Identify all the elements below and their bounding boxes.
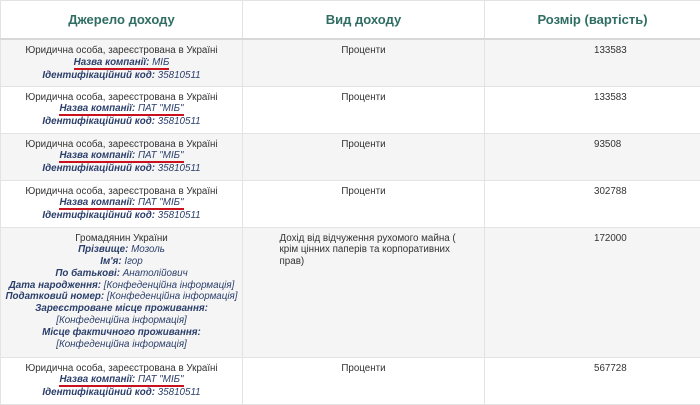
surname-label: Прізвище: bbox=[78, 244, 128, 255]
income-type-cell: Проценти bbox=[243, 357, 485, 404]
tax-number-label: Податковий номер: bbox=[6, 291, 105, 302]
income-table: Джерело доходу Вид доходу Розмір (вартіс… bbox=[0, 0, 700, 405]
income-amount-cell: 302788 bbox=[485, 180, 700, 227]
id-code-label: Ідентифікаційний код: bbox=[42, 70, 155, 81]
table-row: Громадянин України Прізвище: Мозоль Ім'я… bbox=[1, 227, 700, 357]
income-type-cell: Проценти bbox=[243, 180, 485, 227]
income-amount-cell: 172000 bbox=[485, 227, 700, 357]
income-type-cell: Дохід від відчуження рухомого майна ( кр… bbox=[243, 227, 485, 357]
income-source-cell: Юридична особа, зареєстрована в Україні … bbox=[1, 133, 243, 180]
patronymic-label: По батькові: bbox=[55, 268, 120, 279]
company-name-label: Назва компанії: bbox=[74, 57, 150, 68]
patronymic-value: Анатолійович bbox=[123, 268, 188, 279]
header-income-amount: Розмір (вартість) bbox=[485, 1, 700, 40]
income-source-cell: Громадянин України Прізвище: Мозоль Ім'я… bbox=[1, 227, 243, 357]
tax-number-value: [Конфеденційна інформація] bbox=[107, 291, 238, 302]
id-code-label: Ідентифікаційний код: bbox=[42, 387, 155, 398]
entity-type: Юридична особа, зареєстрована в Україні bbox=[5, 92, 238, 104]
income-type-cell: Проценти bbox=[243, 86, 485, 133]
header-income-source: Джерело доходу bbox=[1, 1, 243, 40]
id-code-value: 35810511 bbox=[158, 210, 201, 221]
header-income-type: Вид доходу bbox=[243, 1, 485, 40]
company-name-label: Назва компанії: bbox=[59, 374, 135, 385]
entity-type: Юридична особа, зареєстрована в Україні bbox=[5, 186, 238, 198]
first-name-label: Ім'я: bbox=[100, 256, 121, 267]
company-name-value: ПАТ "МІБ" bbox=[138, 150, 184, 161]
table-row: Юридична особа, зареєстрована в Україні … bbox=[1, 357, 700, 404]
income-amount-cell: 133583 bbox=[485, 86, 700, 133]
birth-date-value: [Конфеденційна інформація] bbox=[104, 280, 235, 291]
reg-place-label: Зареєстроване місце проживання: bbox=[35, 303, 208, 314]
income-amount-cell: 567728 bbox=[485, 357, 700, 404]
first-name-value: Ігор bbox=[124, 256, 142, 267]
id-code-value: 35810511 bbox=[158, 387, 201, 398]
company-name-value: ПАТ "МІБ" bbox=[138, 103, 184, 114]
entity-type: Юридична особа, зареєстрована в Україні bbox=[5, 363, 238, 375]
income-source-cell: Юридична особа, зареєстрована в Україні … bbox=[1, 357, 243, 404]
id-code-label: Ідентифікаційний код: bbox=[42, 163, 155, 174]
company-name-label: Назва компанії: bbox=[59, 150, 135, 161]
id-code-value: 35810511 bbox=[158, 70, 201, 81]
income-amount-cell: 133583 bbox=[485, 39, 700, 86]
entity-type: Юридична особа, зареєстрована в Україні bbox=[5, 139, 238, 151]
id-code-label: Ідентифікаційний код: bbox=[42, 116, 155, 127]
company-name-value: ПАТ "МІБ" bbox=[138, 374, 184, 385]
table-row: Юридична особа, зареєстрована в Україні … bbox=[1, 39, 700, 86]
reg-place-value: [Конфеденційна інформація] bbox=[56, 315, 187, 326]
company-name-label: Назва компанії: bbox=[59, 103, 135, 114]
entity-type: Громадянин України bbox=[5, 233, 238, 245]
company-name-value: МІБ bbox=[152, 57, 169, 68]
income-source-cell: Юридична особа, зареєстрована в Україні … bbox=[1, 180, 243, 227]
table-row: Юридична особа, зареєстрована в Україні … bbox=[1, 86, 700, 133]
company-name-underlined: Назва компанії: ПАТ "МІБ" bbox=[59, 197, 183, 210]
company-name-underlined: Назва компанії: ПАТ "МІБ" bbox=[59, 103, 183, 116]
income-type-cell: Проценти bbox=[243, 39, 485, 86]
income-type-text: Дохід від відчуження рухомого майна ( кр… bbox=[280, 233, 460, 268]
birth-date-label: Дата народження: bbox=[9, 280, 101, 291]
income-source-cell: Юридична особа, зареєстрована в Україні … bbox=[1, 39, 243, 86]
table-header-row: Джерело доходу Вид доходу Розмір (вартіс… bbox=[1, 1, 700, 40]
entity-type: Юридична особа, зареєстрована в Україні bbox=[5, 45, 238, 57]
income-amount-cell: 93508 bbox=[485, 133, 700, 180]
id-code-value: 35810511 bbox=[158, 163, 201, 174]
id-code-value: 35810511 bbox=[158, 116, 201, 127]
id-code-label: Ідентифікаційний код: bbox=[42, 210, 155, 221]
company-name-underlined: Назва компанії: ПАТ "МІБ" bbox=[59, 374, 183, 387]
table-row: Юридична особа, зареєстрована в Україні … bbox=[1, 133, 700, 180]
company-name-value: ПАТ "МІБ" bbox=[138, 197, 184, 208]
actual-place-label: Місце фактичного проживання: bbox=[42, 327, 201, 338]
income-source-cell: Юридична особа, зареєстрована в Україні … bbox=[1, 86, 243, 133]
company-name-label: Назва компанії: bbox=[59, 197, 135, 208]
actual-place-value: [Конфеденційна інформація] bbox=[56, 339, 187, 350]
table-row: Юридична особа, зареєстрована в Україні … bbox=[1, 180, 700, 227]
income-type-cell: Проценти bbox=[243, 133, 485, 180]
surname-value: Мозоль bbox=[131, 244, 165, 255]
company-name-underlined: Назва компанії: ПАТ "МІБ" bbox=[59, 150, 183, 163]
company-name-underlined: Назва компанії: МІБ bbox=[74, 57, 170, 70]
